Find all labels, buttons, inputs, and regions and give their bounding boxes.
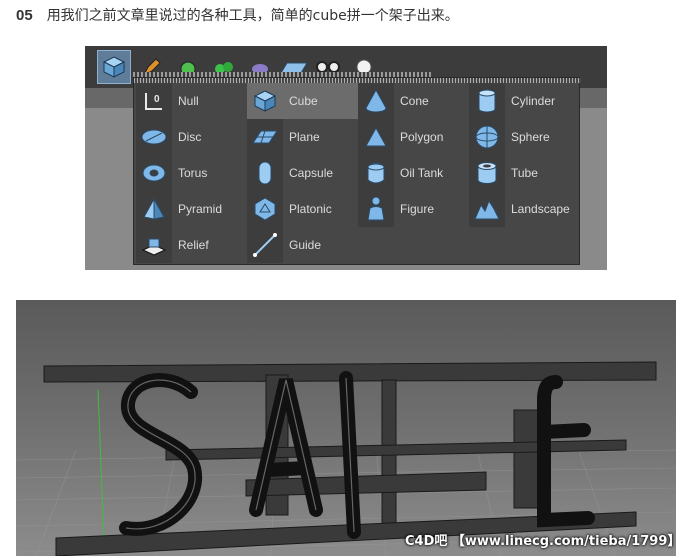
figure-icon (358, 191, 394, 227)
plane-icon (247, 119, 283, 155)
menu-item-label: Oil Tank (400, 166, 444, 180)
menu-item-label: Null (178, 94, 199, 108)
c4d-primitive-menu-screenshot: 0 Null Disc Torus Pyramid Relief Cube Plane Caps… (85, 46, 607, 270)
menu-item-label: Capsule (289, 166, 334, 180)
cube-icon (102, 56, 126, 78)
sale-scene-render (16, 300, 676, 556)
disc-icon (136, 119, 172, 155)
menu-item-label: Cylinder (511, 94, 556, 108)
menu-item-guide[interactable]: Guide (247, 227, 359, 263)
menu-item-label: Landscape (511, 202, 570, 216)
step-number: 05 (16, 6, 33, 24)
cube-tool-button[interactable] (97, 50, 131, 84)
cone-icon (358, 83, 394, 119)
menu-item-plane[interactable]: Plane (247, 119, 359, 155)
menu-item-torus[interactable]: Torus (136, 155, 248, 191)
cube-icon (247, 83, 283, 119)
menu-item-platonic[interactable]: Platonic (247, 191, 359, 227)
guide-icon (247, 227, 283, 263)
menu-item-label: Platonic (289, 202, 332, 216)
menu-item-label: Polygon (400, 130, 444, 144)
menu-item-label: Disc (178, 130, 202, 144)
capsule-icon (247, 155, 283, 191)
menu-item-null[interactable]: 0 Null (136, 83, 248, 119)
menu-item-label: Sphere (511, 130, 550, 144)
menu-item-cube[interactable]: Cube (247, 83, 359, 119)
cylinder-icon (469, 83, 505, 119)
pyramid-icon (136, 191, 172, 227)
menu-item-disc[interactable]: Disc (136, 119, 248, 155)
menu-item-tube[interactable]: Tube (469, 155, 581, 191)
menu-item-cone[interactable]: Cone (358, 83, 470, 119)
menu-item-polygon[interactable]: Polygon (358, 119, 470, 155)
menu-item-pyramid[interactable]: Pyramid (136, 191, 248, 227)
svg-text:0: 0 (154, 94, 160, 105)
step-line: 05 用我们之前文章里说过的各种工具，简单的cube拼一个架子出来。 (16, 4, 459, 26)
watermark: C4D吧 【www.linecg.com/tieba/1799】 (405, 534, 681, 549)
menu-item-label: Tube (511, 166, 538, 180)
menu-item-label: Cone (400, 94, 429, 108)
viewport-render (16, 300, 676, 556)
menu-item-label: Figure (400, 202, 435, 216)
landscape-icon (469, 191, 505, 227)
menu-item-sphere[interactable]: Sphere (469, 119, 581, 155)
torus-icon (136, 155, 172, 191)
menu-item-figure[interactable]: Figure (358, 191, 470, 227)
menu-item-capsule[interactable]: Capsule (247, 155, 359, 191)
menu-item-label: Pyramid (178, 202, 223, 216)
menu-item-oil-tank[interactable]: Oil Tank (358, 155, 470, 191)
menu-item-relief[interactable]: Relief (136, 227, 248, 263)
menu-item-label: Torus (178, 166, 208, 180)
menu-item-landscape[interactable]: Landscape (469, 191, 581, 227)
platonic-icon (247, 191, 283, 227)
tube-icon (469, 155, 505, 191)
step-text: 用我们之前文章里说过的各种工具，简单的cube拼一个架子出来。 (46, 8, 459, 24)
oil-tank-icon (358, 155, 394, 191)
sphere-icon (469, 119, 505, 155)
menu-item-label: Cube (289, 94, 318, 108)
primitive-menu: 0 Null Disc Torus Pyramid Relief Cube Plane Caps… (133, 77, 581, 265)
menu-item-cylinder[interactable]: Cylinder (469, 83, 581, 119)
null-icon: 0 (136, 83, 172, 119)
polygon-icon (358, 119, 394, 155)
menu-item-label: Guide (289, 238, 322, 252)
menu-item-label: Relief (178, 238, 209, 252)
relief-icon (136, 227, 172, 263)
menu-item-label: Plane (289, 130, 320, 144)
